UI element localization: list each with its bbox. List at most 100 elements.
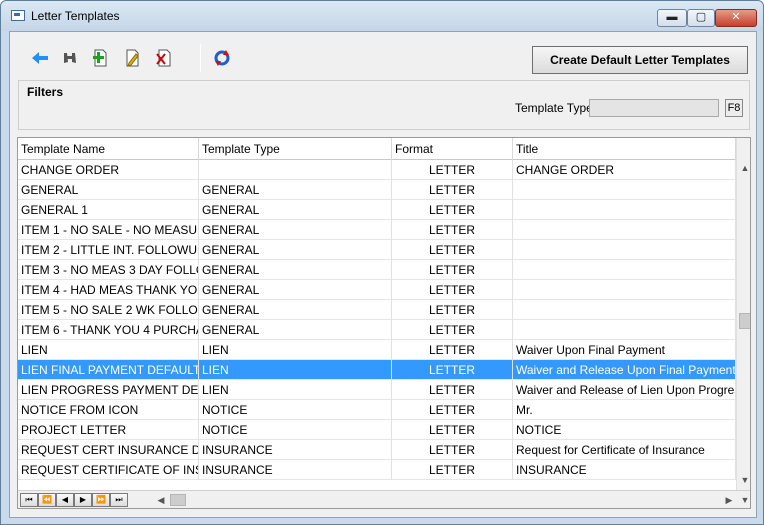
cell-template-type[interactable]: LIEN xyxy=(199,380,392,400)
table-row[interactable]: ITEM 4 - HAD MEAS THANK YOU GENERAL LETTER xyxy=(18,280,736,300)
table-row[interactable]: REQUEST CERTIFICATE OF INSURANCEINSURANC… xyxy=(18,460,736,480)
scroll-down-icon[interactable]: ▼ xyxy=(737,472,750,488)
cell-template-name[interactable]: ITEM 4 - HAD MEAS THANK YOU xyxy=(18,280,199,300)
table-row[interactable]: LIEN PROGRESS PAYMENT DEFAULTLIENLETTERW… xyxy=(18,380,736,400)
cell-template-type[interactable]: LIEN xyxy=(199,340,392,360)
table-row[interactable]: PROJECT LETTER NOTICE LETTER NOTICE xyxy=(18,420,736,440)
cell-title[interactable]: NOTICE xyxy=(513,420,736,440)
cell-format[interactable]: LETTER xyxy=(392,300,513,320)
cell-template-type[interactable]: NOTICE xyxy=(199,400,392,420)
column-header-template-type[interactable]: Template Type xyxy=(199,138,392,160)
back-arrow-icon[interactable] xyxy=(28,46,52,70)
binoculars-icon[interactable] xyxy=(58,46,82,70)
cell-template-name[interactable]: LIEN FINAL PAYMENT DEFAULT xyxy=(18,360,199,380)
cell-title[interactable]: Request for Certificate of Insurance xyxy=(513,440,736,460)
scroll-left-icon[interactable]: ◀ xyxy=(154,493,168,507)
template-type-input[interactable] xyxy=(589,99,719,117)
cell-title[interactable]: Waiver and Release Upon Final Payment xyxy=(513,360,736,380)
cell-format[interactable]: LETTER xyxy=(392,200,513,220)
minimize-button[interactable]: ▬ xyxy=(657,9,687,27)
table-row[interactable]: LIEN FINAL PAYMENT DEFAULT LIEN LETTER Waiv… xyxy=(18,360,736,380)
cell-format[interactable]: LETTER xyxy=(392,400,513,420)
table-row[interactable]: NOTICE FROM ICON NOTICE LETTER Mr. xyxy=(18,400,736,420)
cell-format[interactable]: LETTER xyxy=(392,420,513,440)
cell-template-type[interactable]: GENERAL xyxy=(199,280,392,300)
cell-title[interactable] xyxy=(513,180,736,200)
cell-template-type[interactable]: INSURANCE xyxy=(199,440,392,460)
maximize-button[interactable]: ▢ xyxy=(687,9,715,27)
previous-page-icon[interactable]: ⏪ xyxy=(38,493,56,507)
cell-format[interactable]: LETTER xyxy=(392,180,513,200)
table-row[interactable]: ITEM 6 - THANK YOU 4 PURCHASEGENERALLETT… xyxy=(18,320,736,340)
cell-template-name[interactable]: LIEN PROGRESS PAYMENT DEFAULT xyxy=(18,380,199,400)
cell-template-name[interactable]: PROJECT LETTER xyxy=(18,420,199,440)
scroll-up-icon[interactable]: ▲ xyxy=(737,160,750,176)
column-header-template-name[interactable]: Template Name xyxy=(18,138,199,160)
cell-format[interactable]: LETTER xyxy=(392,280,513,300)
cell-template-name[interactable]: ITEM 2 - LITTLE INT. FOLLOWUP xyxy=(18,240,199,260)
next-record-icon[interactable]: ▶ xyxy=(74,493,92,507)
table-row[interactable]: GENERAL GENERAL LETTER xyxy=(18,180,736,200)
first-record-icon[interactable]: ⏮ xyxy=(20,493,38,507)
table-row[interactable]: GENERAL 1 GENERAL LETTER xyxy=(18,200,736,220)
cell-template-name[interactable]: ITEM 1 - NO SALE - NO MEASURE xyxy=(18,220,199,240)
cell-format[interactable]: LETTER xyxy=(392,380,513,400)
cell-format[interactable]: LETTER xyxy=(392,260,513,280)
cell-title[interactable]: Mr. xyxy=(513,400,736,420)
table-row[interactable]: LIEN LIEN LETTER Waiver Upon Final Payment xyxy=(18,340,736,360)
cell-template-name[interactable]: GENERAL 1 xyxy=(18,200,199,220)
scroll-right-icon[interactable]: ▶ xyxy=(722,493,736,507)
cell-format[interactable]: LETTER xyxy=(392,240,513,260)
cell-template-name[interactable]: GENERAL xyxy=(18,180,199,200)
table-row[interactable]: ITEM 2 - LITTLE INT. FOLLOWUP GENERAL LETT… xyxy=(18,240,736,260)
cell-format[interactable]: LETTER xyxy=(392,220,513,240)
cell-title[interactable] xyxy=(513,260,736,280)
cell-template-name[interactable]: LIEN xyxy=(18,340,199,360)
table-row[interactable]: CHANGE ORDER LETTER CHANGE ORDER xyxy=(18,160,736,180)
column-header-format[interactable]: Format xyxy=(392,138,513,160)
cell-template-type[interactable]: GENERAL xyxy=(199,300,392,320)
close-button[interactable]: ✕ xyxy=(715,9,757,27)
cell-title[interactable]: Waiver Upon Final Payment xyxy=(513,340,736,360)
cell-format[interactable]: LETTER xyxy=(392,460,513,480)
cell-template-name[interactable]: REQUEST CERTIFICATE OF INSURANCE xyxy=(18,460,199,480)
cell-title[interactable] xyxy=(513,220,736,240)
cell-title[interactable]: INSURANCE xyxy=(513,460,736,480)
table-row[interactable]: REQUEST CERT INSURANCE DEFAULTINSURANCEL… xyxy=(18,440,736,460)
cell-title[interactable]: CHANGE ORDER xyxy=(513,160,736,180)
f8-lookup-button[interactable]: F8 xyxy=(725,99,743,117)
cell-template-type[interactable]: NOTICE xyxy=(199,420,392,440)
cell-template-type[interactable]: GENERAL xyxy=(199,240,392,260)
next-page-icon[interactable]: ⏩ xyxy=(92,493,110,507)
cell-format[interactable]: LETTER xyxy=(392,320,513,340)
cell-template-type[interactable] xyxy=(199,160,392,180)
cell-template-type[interactable]: GENERAL xyxy=(199,320,392,340)
horizontal-scroll-thumb[interactable] xyxy=(170,494,186,506)
cell-template-type[interactable]: GENERAL xyxy=(199,200,392,220)
add-document-icon[interactable] xyxy=(88,46,112,70)
cell-template-name[interactable]: ITEM 3 - NO MEAS 3 DAY FOLLOW xyxy=(18,260,199,280)
vertical-scrollbar[interactable]: ▲ ▼ xyxy=(736,138,750,490)
cell-template-type[interactable]: INSURANCE xyxy=(199,460,392,480)
cell-template-name[interactable]: CHANGE ORDER xyxy=(18,160,199,180)
cell-title[interactable] xyxy=(513,240,736,260)
column-header-title[interactable]: Title xyxy=(513,138,736,160)
last-record-icon[interactable]: ⏭ xyxy=(110,493,128,507)
cell-template-name[interactable]: ITEM 6 - THANK YOU 4 PURCHASE xyxy=(18,320,199,340)
table-row[interactable]: ITEM 3 - NO MEAS 3 DAY FOLLOW GENERAL LETT… xyxy=(18,260,736,280)
cell-format[interactable]: LETTER xyxy=(392,440,513,460)
cell-template-name[interactable]: ITEM 5 - NO SALE 2 WK FOLLOW xyxy=(18,300,199,320)
cell-title[interactable] xyxy=(513,200,736,220)
cell-template-name[interactable]: REQUEST CERT INSURANCE DEFAULT xyxy=(18,440,199,460)
table-row[interactable]: ITEM 5 - NO SALE 2 WK FOLLOW GENERAL LETTE… xyxy=(18,300,736,320)
cell-template-type[interactable]: GENERAL xyxy=(199,180,392,200)
vertical-scroll-thumb[interactable] xyxy=(739,313,750,329)
cell-template-name[interactable]: NOTICE FROM ICON xyxy=(18,400,199,420)
cell-title[interactable] xyxy=(513,300,736,320)
cell-format[interactable]: LETTER xyxy=(392,360,513,380)
create-default-templates-button[interactable]: Create Default Letter Templates xyxy=(532,46,748,74)
edit-document-icon[interactable] xyxy=(120,46,144,70)
scroll-down-corner-icon[interactable]: ▼ xyxy=(738,493,750,507)
title-bar[interactable]: Letter Templates ▬ ▢ ✕ xyxy=(1,1,763,31)
cell-format[interactable]: LETTER xyxy=(392,160,513,180)
